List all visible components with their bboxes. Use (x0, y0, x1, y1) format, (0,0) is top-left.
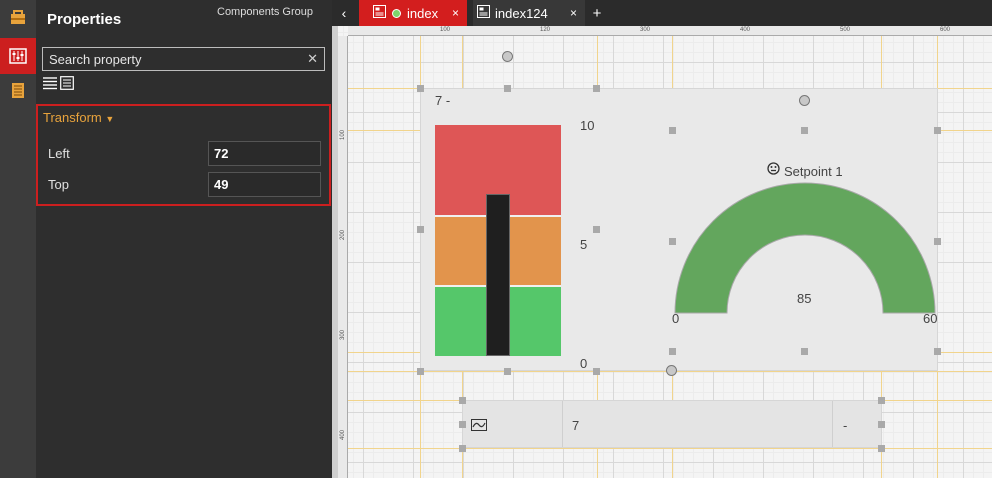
status-dot-icon (392, 8, 401, 18)
value-box-value: 7 (572, 418, 580, 433)
clear-icon[interactable]: ✕ (307, 51, 318, 67)
gauge-max-label: 60 (923, 311, 938, 326)
resize-handle[interactable] (669, 348, 676, 355)
tab-index124[interactable]: index124 × (473, 0, 585, 26)
guide-line (348, 448, 992, 449)
resize-handle[interactable] (669, 127, 676, 134)
top-label: Top (48, 177, 69, 192)
left-input[interactable]: 72 (208, 141, 321, 166)
tab-index[interactable]: index × (359, 0, 467, 26)
transform-title: Transform (43, 110, 102, 125)
view-toggle (43, 76, 74, 90)
page-icon (373, 5, 386, 21)
resize-handle[interactable] (593, 226, 600, 233)
ruler-label: 300 (640, 27, 651, 33)
ruler-label: 120 (540, 27, 551, 33)
resize-handle[interactable] (878, 445, 885, 452)
transform-toggle[interactable]: Transform ▼ (43, 110, 114, 125)
resize-handle[interactable] (417, 368, 424, 375)
tab-bar: index × index124 × + (356, 0, 992, 26)
properties-icon[interactable] (0, 38, 36, 74)
value-box[interactable] (462, 400, 882, 448)
divider (562, 401, 563, 447)
ruler-label: 400 (340, 429, 347, 441)
resize-handle[interactable] (669, 238, 676, 245)
panel-title: Properties (47, 11, 122, 28)
gauge-value: 85 (797, 291, 812, 306)
tab-index124-label: index124 (495, 5, 548, 21)
ruler-label: 200 (340, 229, 347, 241)
scale-max-label: 10 (580, 118, 595, 133)
rotate-handle[interactable] (502, 51, 513, 62)
add-tab-button[interactable]: + (588, 0, 606, 26)
resize-handle[interactable] (934, 127, 941, 134)
caret-down-icon: ▼ (105, 114, 115, 124)
resize-handle[interactable] (459, 397, 466, 404)
gauge-title: Setpoint 1 (767, 162, 843, 180)
page-icon (477, 5, 490, 21)
resize-handle[interactable] (593, 85, 600, 92)
scale-min-label: 0 (580, 356, 588, 371)
tab-close-icon[interactable]: × (570, 6, 577, 20)
rotate-handle[interactable] (799, 95, 810, 106)
resize-handle[interactable] (878, 397, 885, 404)
rotate-handle[interactable] (666, 365, 677, 376)
document-icon[interactable] (0, 72, 36, 108)
ruler-label: 100 (440, 27, 451, 33)
value-box-unit: - (843, 418, 848, 433)
ruler-label: 400 (740, 27, 751, 33)
detail-view-icon[interactable] (60, 76, 74, 90)
resize-handle[interactable] (417, 226, 424, 233)
trend-icon[interactable] (471, 418, 487, 436)
resize-handle[interactable] (459, 421, 466, 428)
collapse-panel-button[interactable]: ‹ (332, 0, 356, 26)
ruler-left[interactable]: 100 200 300 400 (338, 36, 348, 478)
left-label: Left (48, 146, 70, 161)
search-input[interactable] (43, 48, 298, 70)
bar-scale[interactable] (435, 125, 561, 356)
gauge-title-label: Setpoint 1 (784, 163, 843, 179)
ruler-label: 100 (340, 129, 347, 141)
resize-handle[interactable] (459, 445, 466, 452)
ruler-label: 300 (340, 329, 347, 341)
gauge-min-label: 0 (672, 311, 680, 326)
resize-handle[interactable] (504, 85, 511, 92)
app-window: Properties Components Group ✕ Transform … (0, 0, 992, 478)
tab-close-icon[interactable]: × (452, 6, 459, 20)
components-group-label[interactable]: Components Group (217, 6, 313, 18)
resize-handle[interactable] (934, 348, 941, 355)
list-view-icon[interactable] (43, 76, 57, 90)
ruler-top[interactable]: 100 120 300 400 500 600 (348, 26, 992, 36)
gauge-icon (767, 162, 780, 180)
ruler-label: 600 (940, 27, 951, 33)
resize-handle[interactable] (593, 368, 600, 375)
transform-section: Transform ▼ Left 72 Top 49 (36, 104, 331, 206)
bar-indicator (486, 194, 510, 356)
resize-handle[interactable] (878, 421, 885, 428)
resize-handle[interactable] (504, 368, 511, 375)
resize-handle[interactable] (801, 348, 808, 355)
bar-value-text: 7 - (435, 93, 451, 108)
properties-panel: Properties Components Group ✕ Transform … (36, 0, 332, 478)
tab-index-label: index (407, 5, 439, 21)
top-input[interactable]: 49 (208, 172, 321, 197)
scale-mid-label: 5 (580, 237, 588, 252)
ruler-label: 500 (840, 27, 851, 33)
resize-handle[interactable] (417, 85, 424, 92)
resize-handle[interactable] (934, 238, 941, 245)
left-toolbar (0, 0, 36, 478)
search-box: ✕ (42, 47, 325, 71)
divider (832, 401, 833, 447)
resize-handle[interactable] (801, 127, 808, 134)
components-icon[interactable] (0, 0, 36, 36)
